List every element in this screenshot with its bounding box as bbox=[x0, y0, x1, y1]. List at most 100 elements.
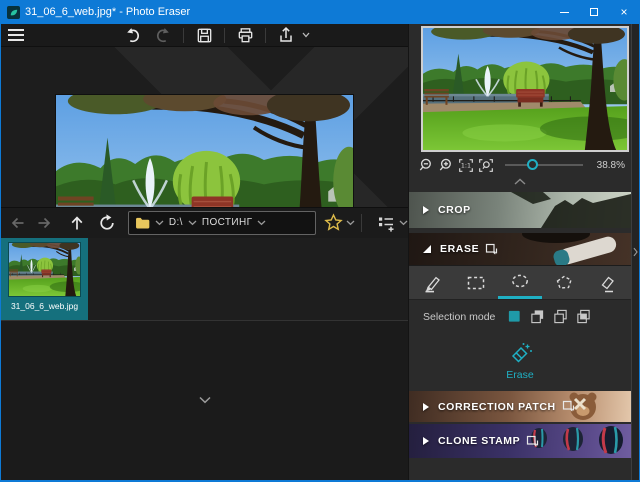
print-icon bbox=[236, 26, 255, 45]
share-dropdown-chevron-icon[interactable] bbox=[302, 32, 310, 38]
erase-tools-row bbox=[409, 265, 631, 299]
erase-button-label: Erase bbox=[506, 369, 533, 381]
section-erase-label: ERASE bbox=[440, 243, 479, 255]
zoom-percent: 38.8% bbox=[591, 160, 625, 171]
subtract-selection-icon bbox=[553, 309, 568, 324]
eraser-tool[interactable] bbox=[585, 266, 629, 299]
menu-button[interactable] bbox=[1, 24, 31, 47]
eraser-tool-icon bbox=[596, 272, 618, 294]
share-icon bbox=[276, 25, 296, 45]
section-clone-stamp[interactable]: CLONE STAMP bbox=[409, 424, 631, 458]
actual-size-button[interactable]: 1:1 bbox=[457, 156, 475, 174]
thumbnail-item-selected[interactable]: 31_06_6_web.jpg bbox=[1, 238, 88, 320]
close-button[interactable]: × bbox=[609, 0, 639, 24]
breadcrumb-folder[interactable]: ПОСТИНГ bbox=[202, 217, 253, 228]
applied-indicator-icon bbox=[485, 243, 498, 256]
erase-button-icon bbox=[507, 341, 533, 367]
back-icon bbox=[8, 213, 28, 233]
breadcrumb-drive[interactable]: D:\ bbox=[169, 217, 183, 228]
app-window: 31_06_6_web.jpg* - Photo Eraser × bbox=[0, 0, 640, 482]
minimize-icon bbox=[560, 12, 569, 13]
zoom-in-icon bbox=[438, 157, 455, 174]
file-navigation-bar: D:\ ПОСТИНГ bbox=[1, 207, 408, 238]
view-options-icon[interactable] bbox=[376, 213, 396, 233]
lasso-select-tool[interactable] bbox=[498, 266, 542, 299]
marker-brush-tool[interactable] bbox=[411, 266, 455, 299]
crop-hands-artwork bbox=[481, 192, 631, 228]
rect-select-tool[interactable] bbox=[455, 266, 499, 299]
forward-button[interactable] bbox=[31, 210, 57, 236]
chevron-down-icon[interactable] bbox=[346, 220, 355, 226]
refresh-button[interactable] bbox=[94, 210, 120, 236]
toolbar-separator bbox=[183, 28, 184, 43]
erase-button[interactable]: Erase bbox=[409, 333, 631, 389]
zoom-in-button[interactable] bbox=[437, 156, 455, 174]
up-icon bbox=[67, 213, 87, 233]
folder-icon bbox=[135, 217, 150, 229]
titlebar[interactable]: 31_06_6_web.jpg* - Photo Eraser × bbox=[1, 0, 639, 24]
fit-to-screen-icon bbox=[477, 157, 495, 174]
redo-icon bbox=[154, 26, 173, 45]
undo-button[interactable] bbox=[121, 24, 143, 46]
chevron-down-icon[interactable] bbox=[155, 220, 164, 226]
preview-collapse-button[interactable] bbox=[409, 178, 631, 190]
save-button[interactable] bbox=[193, 24, 215, 46]
photo-image[interactable] bbox=[56, 95, 353, 207]
add-selection-icon bbox=[530, 309, 545, 324]
maximize-button[interactable] bbox=[579, 0, 609, 24]
navigator-preview[interactable] bbox=[421, 26, 629, 152]
menu-icon bbox=[8, 29, 24, 31]
applied-indicator-icon bbox=[562, 400, 575, 413]
favorites-star-icon[interactable] bbox=[324, 213, 343, 232]
redo-button[interactable] bbox=[152, 24, 174, 46]
zoom-slider[interactable] bbox=[505, 156, 583, 174]
up-folder-button[interactable] bbox=[64, 210, 90, 236]
back-button[interactable] bbox=[5, 210, 31, 236]
main-toolbar bbox=[1, 24, 408, 47]
section-correction-patch[interactable]: CORRECTION PATCH bbox=[409, 391, 631, 422]
subtract-selection-button[interactable] bbox=[552, 309, 568, 325]
zoom-slider-handle[interactable] bbox=[527, 159, 538, 170]
actual-size-icon: 1:1 bbox=[457, 157, 475, 174]
selection-mode-label: Selection mode bbox=[423, 311, 495, 323]
section-crop-label: CROP bbox=[438, 204, 471, 216]
maximize-icon bbox=[590, 8, 598, 16]
collapse-preview-chevron-icon bbox=[514, 178, 526, 185]
expand-arrow-icon bbox=[423, 206, 429, 214]
thumbnail-image bbox=[9, 243, 80, 296]
zoom-out-button[interactable] bbox=[417, 156, 435, 174]
expand-panel-chevron-icon bbox=[632, 245, 639, 259]
undo-icon bbox=[123, 26, 142, 45]
new-selection-icon bbox=[507, 309, 522, 324]
zoom-controls: 1:1 38 bbox=[409, 152, 631, 178]
add-selection-button[interactable] bbox=[529, 309, 545, 325]
collapse-filmstrip-chevron-icon bbox=[198, 396, 212, 404]
polygon-select-icon bbox=[553, 272, 575, 294]
selection-mode-row: Selection mode bbox=[409, 299, 631, 333]
intersect-selection-button[interactable] bbox=[575, 309, 591, 325]
forward-icon bbox=[34, 213, 54, 233]
collapse-arrow-icon bbox=[423, 245, 431, 253]
intersect-selection-icon bbox=[576, 309, 591, 324]
chevron-down-icon[interactable] bbox=[257, 220, 266, 226]
print-button[interactable] bbox=[234, 24, 256, 46]
app-logo-icon bbox=[7, 6, 20, 19]
minimize-button[interactable] bbox=[549, 0, 579, 24]
section-crop[interactable]: CROP bbox=[409, 192, 631, 228]
fit-to-screen-button[interactable] bbox=[477, 156, 495, 174]
erase-artwork bbox=[501, 233, 631, 265]
zoom-out-icon bbox=[418, 157, 435, 174]
chevron-down-icon[interactable] bbox=[188, 220, 197, 226]
rect-select-icon bbox=[465, 272, 487, 294]
polygon-select-tool[interactable] bbox=[542, 266, 586, 299]
applied-indicator-icon bbox=[526, 435, 539, 448]
filmstrip-collapse-bar[interactable] bbox=[1, 320, 408, 481]
section-erase[interactable]: ERASE bbox=[409, 233, 631, 265]
section-correction-patch-label: CORRECTION PATCH bbox=[438, 401, 556, 413]
share-button[interactable] bbox=[275, 24, 297, 46]
panel-expand-handle[interactable] bbox=[631, 24, 639, 480]
new-selection-button[interactable] bbox=[506, 309, 522, 325]
chevron-down-icon[interactable] bbox=[399, 220, 408, 226]
editor-canvas[interactable] bbox=[1, 47, 408, 207]
breadcrumb[interactable]: D:\ ПОСТИНГ bbox=[128, 211, 316, 235]
